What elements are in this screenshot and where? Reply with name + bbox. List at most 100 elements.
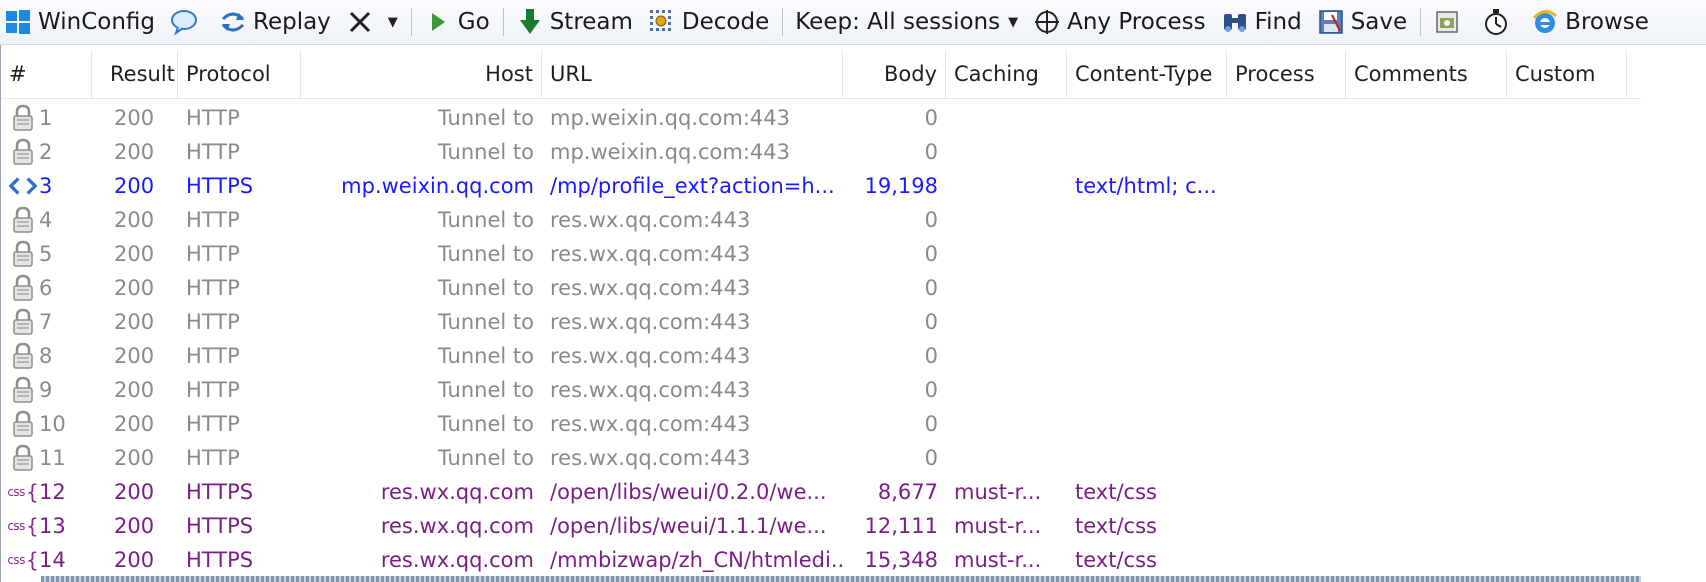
find-button[interactable]: Find <box>1217 2 1306 42</box>
winconfig-label: WinConfig <box>38 9 155 35</box>
horizontal-scrollbar[interactable] <box>41 576 1641 582</box>
session-result: 200 <box>114 344 155 368</box>
session-result: 200 <box>114 446 155 470</box>
browse-button[interactable]: Browse <box>1527 2 1653 42</box>
session-url: res.wx.qq.com:443 <box>550 208 751 232</box>
remove-button[interactable]: ▼ <box>342 2 402 42</box>
session-row[interactable]: css{13 200 HTTPS res.wx.qq.com/open/libs/we… <box>1 509 1641 543</box>
session-url: /open/libs/weui/0.2.0/we... <box>550 480 827 504</box>
col-header-url[interactable]: URL <box>542 50 843 98</box>
lock-icon <box>9 307 37 337</box>
session-result: 200 <box>114 174 155 198</box>
play-arrow-icon <box>424 8 452 36</box>
stopwatch-icon <box>1482 8 1510 36</box>
session-comments <box>1346 441 1507 475</box>
session-custom <box>1507 305 1627 339</box>
session-custom <box>1507 135 1627 169</box>
session-body: 0 <box>924 412 938 436</box>
winconfig-button[interactable]: WinConfig <box>0 2 159 42</box>
session-caching <box>946 135 1067 169</box>
decode-button[interactable]: Decode <box>644 2 773 42</box>
session-result: 200 <box>114 480 155 504</box>
session-content-type <box>1067 271 1227 305</box>
col-header-protocol[interactable]: Protocol <box>178 50 301 98</box>
session-row[interactable]: css{14 200 HTTPS res.wx.qq.com/mmbizwap/zh_… <box>1 543 1641 577</box>
session-row[interactable]: 7 200 HTTP Tunnel to res.wx.qq.com:443 0 <box>1 305 1641 339</box>
session-row[interactable]: 9 200 HTTP Tunnel to res.wx.qq.com:443 0 <box>1 373 1641 407</box>
session-protocol: HTTP <box>186 276 240 300</box>
session-caching <box>946 407 1067 441</box>
session-caching <box>946 203 1067 237</box>
comment-button[interactable] <box>166 2 208 42</box>
session-row[interactable]: 3 200 HTTPS mp.weixin.qq.com/mp/profile_ext… <box>1 169 1641 203</box>
session-num-cell: 1 <box>5 101 92 135</box>
session-number: 1 <box>39 106 53 130</box>
session-list[interactable]: # Result Protocol Host URL Body Caching … <box>0 45 1706 582</box>
session-url: /mmbizwap/zh_CN/htmledi... <box>550 548 843 572</box>
session-row[interactable]: 6 200 HTTP Tunnel to res.wx.qq.com:443 0 <box>1 271 1641 305</box>
replay-button[interactable]: Replay <box>215 2 335 42</box>
session-number: 5 <box>39 242 53 266</box>
screenshot-button[interactable] <box>1429 2 1471 42</box>
windows-logo-icon <box>4 8 32 36</box>
session-row[interactable]: 10 200 HTTP Tunnel to res.wx.qq.com:443 0 <box>1 407 1641 441</box>
save-button[interactable]: Save <box>1313 2 1411 42</box>
go-button[interactable]: Go <box>420 2 494 42</box>
session-content-type <box>1067 407 1227 441</box>
session-content-type <box>1067 237 1227 271</box>
toolbar-separator <box>782 8 784 36</box>
session-row[interactable]: css{12 200 HTTPS res.wx.qq.com/open/libs/we… <box>1 475 1641 509</box>
timer-button[interactable] <box>1478 2 1520 42</box>
session-row[interactable]: 4 200 HTTP Tunnel to res.wx.qq.com:443 0 <box>1 203 1641 237</box>
col-header-process[interactable]: Process <box>1227 50 1346 98</box>
session-body: 0 <box>924 378 938 402</box>
lock-icon <box>9 205 37 235</box>
session-num-cell: css{14 <box>5 543 92 577</box>
col-header-num[interactable]: # <box>1 50 92 98</box>
session-process <box>1227 101 1346 135</box>
lock-icon <box>9 409 37 439</box>
any-process-button[interactable]: Any Process <box>1029 2 1209 42</box>
session-url: res.wx.qq.com:443 <box>550 378 751 402</box>
session-protocol: HTTP <box>186 140 240 164</box>
col-header-custom[interactable]: Custom <box>1507 50 1627 98</box>
fiddler-window: WinConfig Replay ▼ Go Stream Decode Keep… <box>0 0 1706 582</box>
session-body: 8,677 <box>877 480 938 504</box>
col-header-caching[interactable]: Caching <box>946 50 1067 98</box>
session-row[interactable]: 11 200 HTTP Tunnel to res.wx.qq.com:443 0 <box>1 441 1641 475</box>
session-comments <box>1346 543 1507 577</box>
session-host: Tunnel to <box>437 140 534 164</box>
session-number: 14 <box>39 548 66 572</box>
session-number: 7 <box>39 310 53 334</box>
session-row[interactable]: 1 200 HTTP Tunnel to mp.weixin.qq.com:443 0 <box>1 101 1641 135</box>
col-header-result[interactable]: Result <box>92 50 178 98</box>
session-caching <box>946 271 1067 305</box>
session-body: 0 <box>924 344 938 368</box>
col-header-content-type[interactable]: Content-Type <box>1067 50 1227 98</box>
lock-icon <box>9 443 37 473</box>
col-header-comments[interactable]: Comments <box>1346 50 1507 98</box>
session-num-cell: 11 <box>5 441 92 475</box>
session-num-cell: 9 <box>5 373 92 407</box>
session-comments <box>1346 169 1507 203</box>
toolbar-separator <box>410 8 412 36</box>
col-header-host[interactable]: Host <box>301 50 542 98</box>
session-custom <box>1507 441 1627 475</box>
session-host: Tunnel to <box>437 242 534 266</box>
session-number: 13 <box>39 514 66 538</box>
session-protocol: HTTPS <box>186 480 254 504</box>
stream-button[interactable]: Stream <box>512 2 637 42</box>
col-header-body[interactable]: Body <box>843 50 946 98</box>
session-row[interactable]: 8 200 HTTP Tunnel to res.wx.qq.com:443 0 <box>1 339 1641 373</box>
session-content-type: text/css <box>1075 548 1157 572</box>
session-caching <box>946 373 1067 407</box>
session-row[interactable]: 5 200 HTTP Tunnel to res.wx.qq.com:443 0 <box>1 237 1641 271</box>
session-num-cell: 4 <box>5 203 92 237</box>
session-number: 10 <box>39 412 66 436</box>
session-result: 200 <box>114 548 155 572</box>
session-body: 0 <box>924 242 938 266</box>
session-row[interactable]: 2 200 HTTP Tunnel to mp.weixin.qq.com:443 0 <box>1 135 1641 169</box>
session-content-type <box>1067 203 1227 237</box>
session-url: res.wx.qq.com:443 <box>550 242 751 266</box>
keep-sessions-dropdown[interactable]: Keep: All sessions ▼ <box>791 2 1022 42</box>
